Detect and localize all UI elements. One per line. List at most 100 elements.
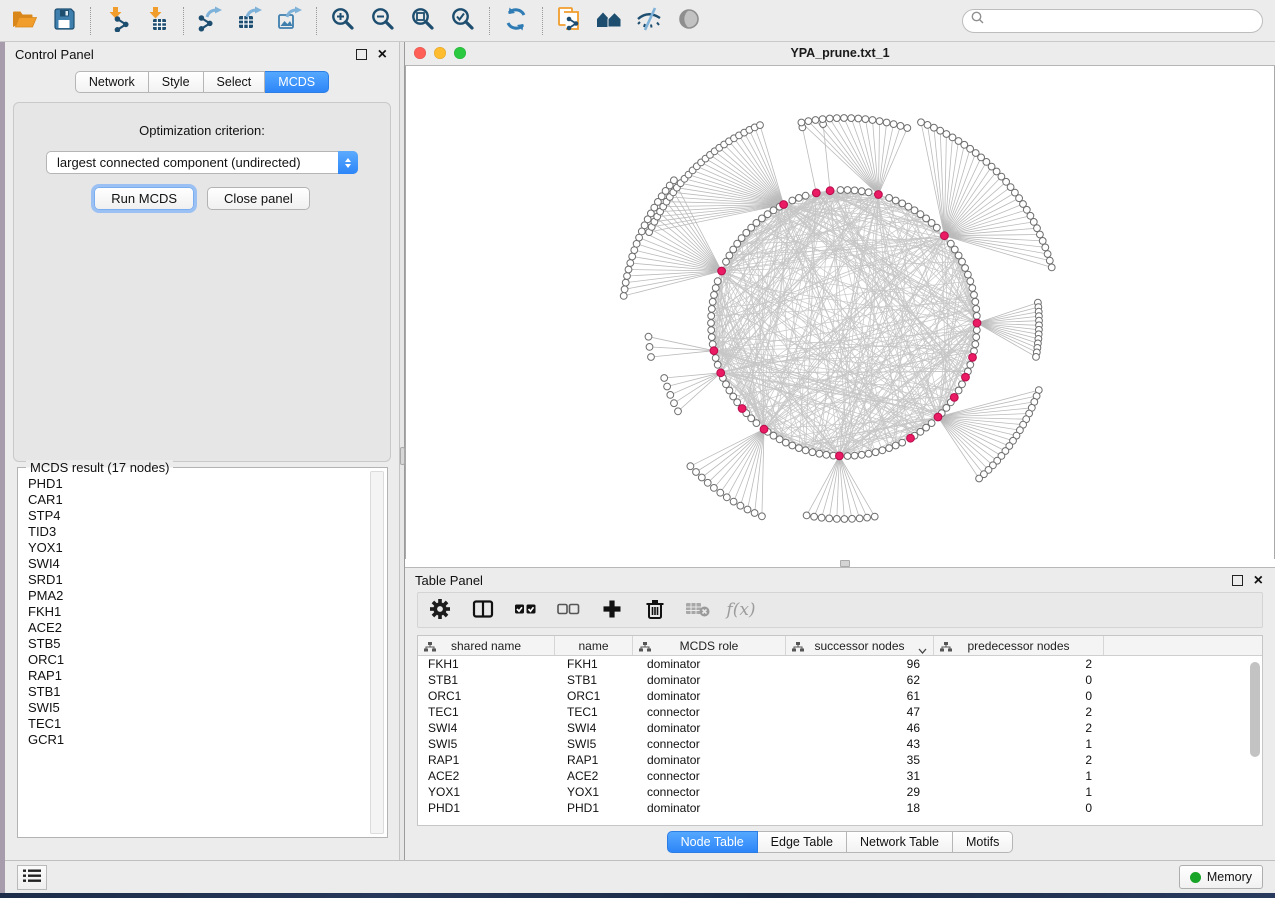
- mcds-node-item[interactable]: ORC1: [28, 652, 387, 668]
- import-table-button[interactable]: [141, 6, 173, 36]
- cell-predecessor-nodes: 0: [934, 673, 1104, 687]
- table-row[interactable]: RAP1RAP1dominator352: [418, 752, 1262, 768]
- table-row[interactable]: ACE2ACE2connector311: [418, 768, 1262, 784]
- mcds-node-item[interactable]: SWI5: [28, 700, 387, 716]
- hide-selected-button[interactable]: [633, 6, 665, 36]
- refresh-layout-button[interactable]: [500, 6, 532, 36]
- mcds-node-item[interactable]: SWI4: [28, 556, 387, 572]
- close-table-panel-icon[interactable]: ×: [1254, 576, 1263, 586]
- close-panel-button[interactable]: Close panel: [207, 187, 310, 210]
- tab-motifs[interactable]: Motifs: [953, 831, 1013, 853]
- toolbar-separator: [489, 7, 490, 35]
- open-session-icon: [11, 6, 37, 35]
- cell-predecessor-nodes: 0: [934, 801, 1104, 815]
- zoom-in-icon: [330, 6, 356, 35]
- criterion-dropdown[interactable]: largest connected component (undirected): [46, 151, 358, 174]
- table-row[interactable]: SWI4SWI4dominator462: [418, 720, 1262, 736]
- save-session-button[interactable]: [48, 6, 80, 36]
- tab-node-table[interactable]: Node Table: [667, 831, 758, 853]
- zoom-selected-icon: [450, 6, 476, 35]
- show-all-icon: [676, 6, 702, 35]
- table-header-row: shared namenameMCDS rolesuccessor nodesp…: [418, 636, 1262, 656]
- clone-network-button[interactable]: [553, 6, 585, 36]
- show-all-button[interactable]: [673, 6, 705, 36]
- panel-list-button[interactable]: [17, 865, 47, 890]
- mcds-node-item[interactable]: GCR1: [28, 732, 387, 748]
- column-header-shared-name[interactable]: shared name: [418, 636, 555, 655]
- float-panel-icon[interactable]: [356, 49, 367, 60]
- cell-mcds-role: dominator: [633, 673, 786, 687]
- table-scrollbar[interactable]: [1250, 662, 1260, 757]
- list-scrollbar[interactable]: [370, 471, 384, 834]
- select-all-check-button[interactable]: [512, 596, 540, 624]
- zoom-fit-button[interactable]: [407, 6, 439, 36]
- mcds-node-item[interactable]: SRD1: [28, 572, 387, 588]
- cell-shared-name: RAP1: [418, 753, 555, 767]
- mcds-node-item[interactable]: ACE2: [28, 620, 387, 636]
- toolbar-button-groups: [0, 6, 705, 36]
- tab-select[interactable]: Select: [204, 71, 266, 93]
- tab-network-table[interactable]: Network Table: [847, 831, 953, 853]
- mcds-node-item[interactable]: STP4: [28, 508, 387, 524]
- cell-predecessor-nodes: 2: [934, 705, 1104, 719]
- zoom-out-button[interactable]: [367, 6, 399, 36]
- export-table-button[interactable]: [234, 6, 266, 36]
- mcds-node-item[interactable]: FKH1: [28, 604, 387, 620]
- table-row[interactable]: YOX1YOX1connector291: [418, 784, 1262, 800]
- search-box[interactable]: [962, 9, 1263, 33]
- mcds-node-item[interactable]: YOX1: [28, 540, 387, 556]
- mcds-node-item[interactable]: TEC1: [28, 716, 387, 732]
- tab-mcds[interactable]: MCDS: [265, 71, 329, 93]
- network-window-titlebar[interactable]: YPA_prune.txt_1: [405, 42, 1275, 66]
- table-row[interactable]: ORC1ORC1dominator610: [418, 688, 1262, 704]
- network-view[interactable]: [405, 66, 1275, 559]
- tab-style[interactable]: Style: [149, 71, 204, 93]
- export-image-button[interactable]: [274, 6, 306, 36]
- import-network-button[interactable]: [101, 6, 133, 36]
- mcds-node-item[interactable]: PMA2: [28, 588, 387, 604]
- cell-mcds-role: dominator: [633, 801, 786, 815]
- deselect-all-button[interactable]: [555, 596, 583, 624]
- open-session-button[interactable]: [8, 6, 40, 36]
- memory-button[interactable]: Memory: [1179, 865, 1263, 889]
- mcds-node-item[interactable]: PHD1: [28, 476, 387, 492]
- table-row[interactable]: FKH1FKH1dominator962: [418, 656, 1262, 672]
- close-panel-icon[interactable]: ×: [378, 50, 387, 60]
- mcds-node-item[interactable]: TID3: [28, 524, 387, 540]
- column-layout-button[interactable]: [469, 596, 497, 624]
- column-header-predecessor-nodes[interactable]: predecessor nodes: [934, 636, 1104, 655]
- mcds-node-item[interactable]: STB5: [28, 636, 387, 652]
- mcds-node-item[interactable]: RAP1: [28, 668, 387, 684]
- float-table-panel-icon[interactable]: [1232, 575, 1243, 586]
- column-header-name[interactable]: name: [555, 636, 633, 655]
- table-row[interactable]: TEC1TEC1connector472: [418, 704, 1262, 720]
- column-header-mcds-role[interactable]: MCDS role: [633, 636, 786, 655]
- zoom-selected-button[interactable]: [447, 6, 479, 36]
- desktop: Control Panel × NetworkStyleSelectMCDS O…: [0, 0, 1275, 898]
- table-row[interactable]: STB1STB1dominator620: [418, 672, 1262, 688]
- table-splitter[interactable]: [405, 559, 1275, 567]
- mcds-node-item[interactable]: STB1: [28, 684, 387, 700]
- delete-column-button[interactable]: [641, 596, 669, 624]
- sort-desc-icon: [918, 643, 927, 657]
- deselect-all-icon: [556, 598, 582, 623]
- table-row[interactable]: SWI5SWI5connector431: [418, 736, 1262, 752]
- control-panel-header: Control Panel ×: [5, 42, 399, 62]
- column-header-successor-nodes[interactable]: successor nodes: [786, 636, 934, 655]
- tab-edge-table[interactable]: Edge Table: [758, 831, 847, 853]
- network-graph[interactable]: [406, 66, 1274, 559]
- first-neighbors-button[interactable]: [593, 6, 625, 36]
- zoom-out-icon: [370, 6, 396, 35]
- table-settings-button[interactable]: [426, 596, 454, 624]
- zoom-in-button[interactable]: [327, 6, 359, 36]
- export-network-button[interactable]: [194, 6, 226, 36]
- cell-shared-name: SWI5: [418, 737, 555, 751]
- tab-network[interactable]: Network: [75, 71, 149, 93]
- cell-shared-name: FKH1: [418, 657, 555, 671]
- table-row[interactable]: PHD1PHD1dominator180: [418, 800, 1262, 816]
- mcds-node-item[interactable]: CAR1: [28, 492, 387, 508]
- search-input[interactable]: [986, 11, 1262, 31]
- cell-mcds-role: connector: [633, 769, 786, 783]
- run-mcds-button[interactable]: Run MCDS: [94, 187, 194, 210]
- add-column-button[interactable]: [598, 596, 626, 624]
